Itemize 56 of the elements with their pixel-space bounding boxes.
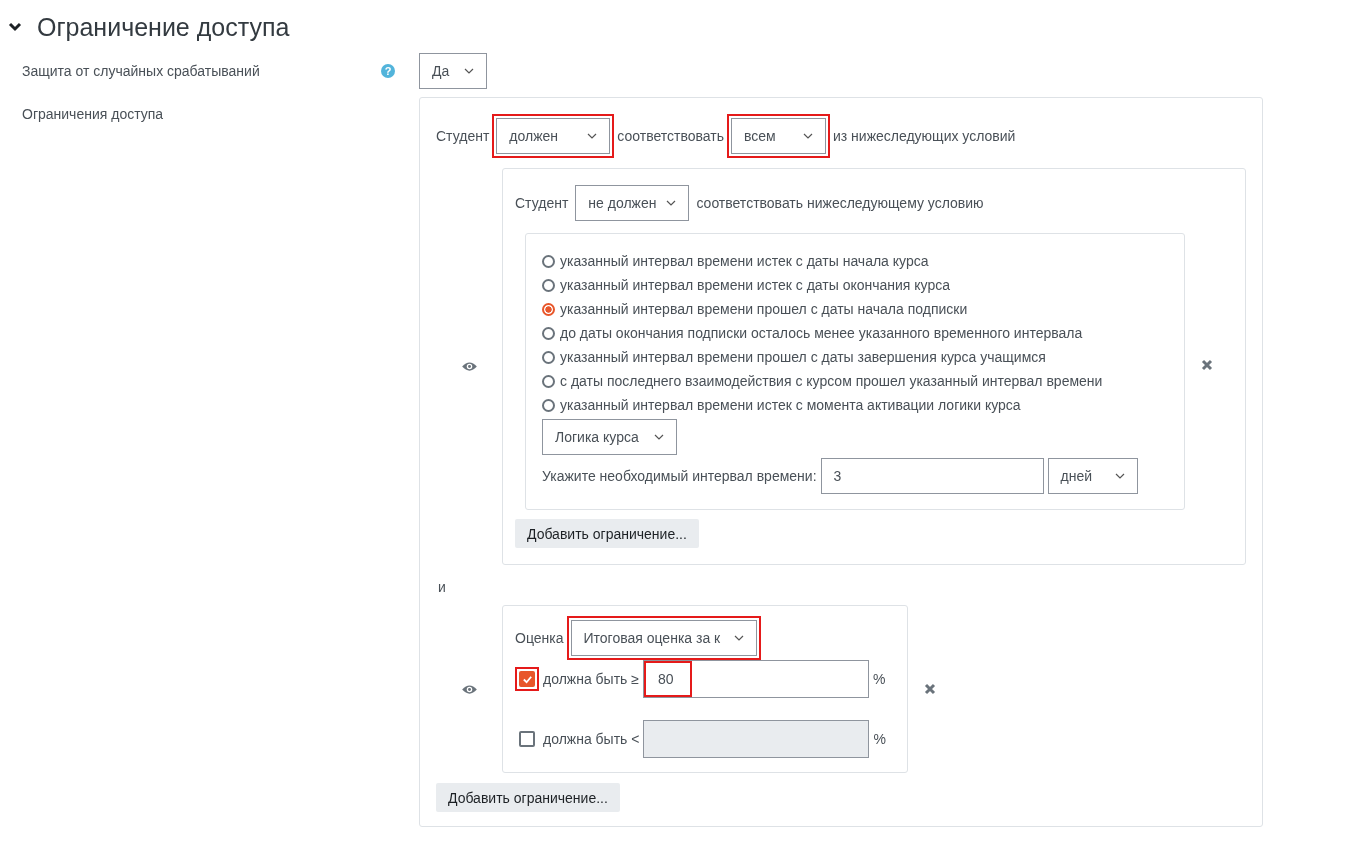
yes-no-select[interactable]: Да xyxy=(419,53,487,89)
condition-label: должна быть ≥ xyxy=(543,671,639,687)
caret-icon xyxy=(587,133,598,139)
grade-label: Оценка xyxy=(515,630,564,646)
condition-label: должна быть < xyxy=(543,731,640,747)
match-select[interactable]: всем xyxy=(730,118,826,154)
eye-icon[interactable] xyxy=(460,683,478,695)
close-icon[interactable] xyxy=(924,683,936,695)
option-label: указанный интервал времени истек с момента активации логики курса xyxy=(560,397,1021,413)
input-value: 80 xyxy=(643,661,692,697)
radio-button[interactable] xyxy=(542,326,555,340)
radio-button[interactable] xyxy=(542,374,555,388)
radio-button[interactable] xyxy=(542,398,555,412)
section-title: Ограничение доступа xyxy=(37,12,290,42)
conditions-label: из нижеследующих условий xyxy=(832,128,1016,144)
logic-select[interactable]: Логика курса xyxy=(542,419,677,455)
caret-icon xyxy=(464,68,474,74)
option-label: указанный интервал времени истек с даты начала курса xyxy=(560,253,929,269)
caret-icon xyxy=(802,133,813,139)
radio-button[interactable] xyxy=(542,302,555,316)
percent-label: % xyxy=(873,731,886,747)
field-label: Ограничения доступа xyxy=(22,106,164,122)
radio-button[interactable] xyxy=(542,350,555,364)
student-label: Студент xyxy=(436,128,490,144)
percent-input[interactable] xyxy=(643,720,870,758)
interval-input[interactable]: 3 xyxy=(820,458,1044,494)
connector-label: и xyxy=(438,579,446,595)
caret-icon xyxy=(654,434,664,440)
caret-icon xyxy=(1114,473,1125,479)
caret-icon xyxy=(733,635,744,641)
option-label: указанный интервал времени истек с даты окончания курса xyxy=(560,277,951,293)
eye-icon[interactable] xyxy=(460,361,478,372)
radio-button[interactable] xyxy=(542,254,555,268)
check-icon xyxy=(521,673,533,685)
add-restriction-button[interactable]: Добавить ограничение... xyxy=(515,519,699,548)
field-label: Защита от случайных срабатываний xyxy=(22,63,260,79)
option-label: до даты окончания подписки осталось менее указанного временного интервала xyxy=(560,325,1083,341)
chevron-icon[interactable] xyxy=(8,22,22,32)
must-select[interactable]: не должен xyxy=(575,185,690,221)
match-label: соответствовать xyxy=(617,128,724,144)
radio-button[interactable] xyxy=(542,278,555,292)
interval-label: Укажите необходимый интервал времени: xyxy=(542,468,817,484)
close-icon[interactable] xyxy=(1201,358,1213,371)
percent-input[interactable]: 80 xyxy=(642,660,869,698)
grade-item-select[interactable]: Итоговая оценка за к xyxy=(570,620,757,656)
percent-label: % xyxy=(872,671,886,687)
checkbox[interactable] xyxy=(519,731,535,747)
option-label: с даты последнего взаимодействия с курсом прошел указанный интервал времени xyxy=(560,373,1103,389)
option-label: указанный интервал времени прошел с даты завершения курса учащимся xyxy=(560,349,1046,365)
must-select[interactable]: должен xyxy=(496,118,611,154)
option-label: указанный интервал времени прошел с даты начала подписки xyxy=(560,301,968,317)
condition-label: соответствовать нижеследующему условию xyxy=(696,195,984,211)
add-restriction-button[interactable]: Добавить ограничение... xyxy=(436,783,620,812)
student-label: Студент xyxy=(515,195,569,211)
unit-select[interactable]: дней xyxy=(1047,458,1138,494)
caret-icon xyxy=(666,200,677,206)
